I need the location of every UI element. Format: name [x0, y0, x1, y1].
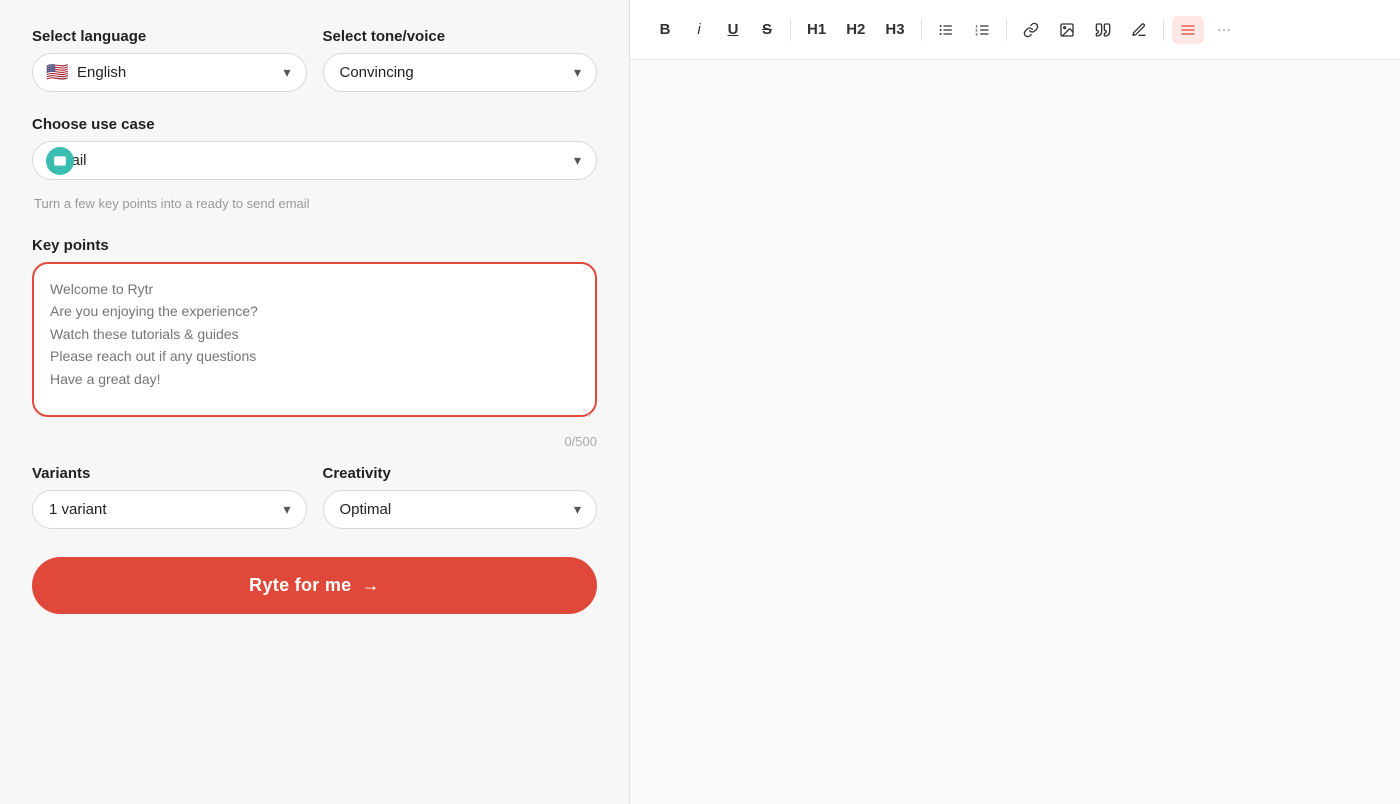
tone-select[interactable]: Convincing Formal Casual Humorous — [323, 53, 598, 92]
bullet-list-button[interactable] — [930, 16, 962, 44]
h2-icon: H2 — [846, 21, 865, 38]
ordered-list-button[interactable]: 1 2 3 — [966, 16, 998, 44]
creativity-field-group: Creativity Optimal Low Medium High Max ▾ — [323, 465, 598, 529]
align-icon — [1180, 22, 1196, 38]
language-select-wrapper: 🇺🇸 English French Spanish German ▾ — [32, 53, 307, 92]
bold-icon: B — [660, 21, 671, 38]
resize-handle: ⤡ — [583, 408, 593, 418]
toolbar-divider-2 — [921, 19, 922, 41]
bullet-list-icon — [938, 22, 954, 38]
link-icon — [1023, 22, 1039, 38]
bold-button[interactable]: B — [650, 15, 680, 44]
tone-field-group: Select tone/voice Convincing Formal Casu… — [323, 28, 598, 92]
use-case-select[interactable]: Email Blog Post Social Media Ad Copy — [32, 141, 597, 180]
variants-select-wrapper: 1 variant 2 variants 3 variants ▾ — [32, 490, 307, 529]
ordered-list-icon: 1 2 3 — [974, 22, 990, 38]
variants-label: Variants — [32, 465, 307, 482]
toolbar-divider-4 — [1163, 19, 1164, 41]
ryte-button-arrow: → — [362, 575, 380, 596]
pen-button[interactable] — [1123, 16, 1155, 44]
h1-button[interactable]: H1 — [799, 15, 834, 44]
variants-select[interactable]: 1 variant 2 variants 3 variants — [32, 490, 307, 529]
more-options-icon — [1216, 22, 1232, 38]
key-points-label: Key points — [32, 237, 597, 254]
h1-icon: H1 — [807, 21, 826, 38]
pen-icon — [1131, 22, 1147, 38]
image-button[interactable] — [1051, 16, 1083, 44]
language-label: Select language — [32, 28, 307, 45]
underline-icon: U — [728, 21, 739, 38]
creativity-select-wrapper: Optimal Low Medium High Max ▾ — [323, 490, 598, 529]
quote-button[interactable] — [1087, 16, 1119, 44]
key-points-field-group: Key points ⤡ 0/500 — [32, 237, 597, 449]
more-options-button[interactable] — [1208, 16, 1240, 44]
italic-icon: i — [697, 21, 700, 38]
key-points-textarea[interactable] — [32, 262, 597, 417]
ryte-for-me-button[interactable]: Ryte for me → — [32, 557, 597, 614]
left-panel: Select language 🇺🇸 English French Spanis… — [0, 0, 630, 804]
language-select[interactable]: English French Spanish German — [32, 53, 307, 92]
h3-icon: H3 — [885, 21, 904, 38]
image-icon — [1059, 22, 1075, 38]
svg-text:3: 3 — [975, 31, 978, 36]
right-panel: B i U S H1 H2 H3 — [630, 0, 1400, 804]
editor-area[interactable] — [630, 60, 1400, 804]
variants-field-group: Variants 1 variant 2 variants 3 variants… — [32, 465, 307, 529]
toolbar-divider-1 — [790, 19, 791, 41]
link-button[interactable] — [1015, 16, 1047, 44]
use-case-field-group: Choose use case Email Blog Post Social M… — [32, 116, 597, 231]
tone-label: Select tone/voice — [323, 28, 598, 45]
creativity-label: Creativity — [323, 465, 598, 482]
italic-button[interactable]: i — [684, 15, 714, 44]
align-button[interactable] — [1172, 16, 1204, 44]
use-case-select-wrapper: Email Blog Post Social Media Ad Copy ▾ — [32, 141, 597, 180]
h3-button[interactable]: H3 — [877, 15, 912, 44]
language-field-group: Select language 🇺🇸 English French Spanis… — [32, 28, 307, 92]
tone-select-wrapper: Convincing Formal Casual Humorous ▾ — [323, 53, 598, 92]
use-case-label: Choose use case — [32, 116, 597, 133]
quote-icon — [1095, 22, 1111, 38]
underline-button[interactable]: U — [718, 15, 748, 44]
ryte-button-label: Ryte for me — [249, 575, 351, 596]
language-tone-row: Select language 🇺🇸 English French Spanis… — [32, 28, 597, 92]
key-points-wrapper: ⤡ — [32, 262, 597, 422]
char-count: 0/500 — [32, 434, 597, 449]
creativity-select[interactable]: Optimal Low Medium High Max — [323, 490, 598, 529]
variants-creativity-row: Variants 1 variant 2 variants 3 variants… — [32, 465, 597, 529]
strikethrough-icon: S — [762, 21, 772, 38]
use-case-hint: Turn a few key points into a ready to se… — [32, 196, 597, 211]
toolbar-divider-3 — [1006, 19, 1007, 41]
strikethrough-button[interactable]: S — [752, 15, 782, 44]
h2-button[interactable]: H2 — [838, 15, 873, 44]
editor-toolbar: B i U S H1 H2 H3 — [630, 0, 1400, 60]
